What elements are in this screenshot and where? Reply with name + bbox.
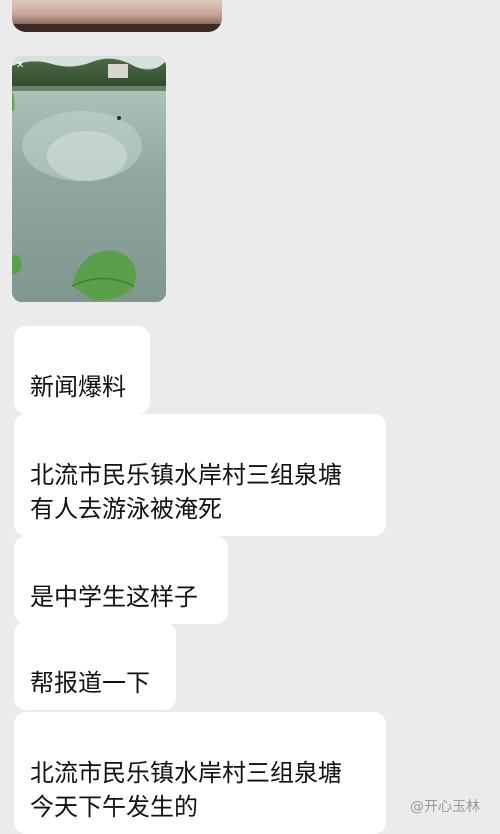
message-bubble-2[interactable]: 北流市民乐镇水岸村三组泉塘 有人去游泳被淹死 [14,414,386,536]
message-text: 帮报道一下 [30,669,150,697]
close-icon[interactable]: ✕ [16,60,24,71]
image-message-pond[interactable]: ✕ [12,56,166,302]
previous-image-message[interactable] [12,0,222,32]
message-bubble-5[interactable]: 北流市民乐镇水岸村三组泉塘 今天下午发生的 [14,712,386,834]
message-text: 北流市民乐镇水岸村三组泉塘 今天下午发生的 [30,759,342,821]
message-bubble-3[interactable]: 是中学生这样子 [14,536,228,624]
message-text: 是中学生这样子 [30,583,198,611]
message-text: 北流市民乐镇水岸村三组泉塘 有人去游泳被淹死 [30,461,342,523]
message-bubble-1[interactable]: 新闻爆料 [14,326,150,414]
message-bubble-4[interactable]: 帮报道一下 [14,622,176,710]
message-text: 新闻爆料 [30,373,126,401]
pond-photo: ✕ [12,56,166,302]
watermark: @开心玉林 [410,799,480,815]
